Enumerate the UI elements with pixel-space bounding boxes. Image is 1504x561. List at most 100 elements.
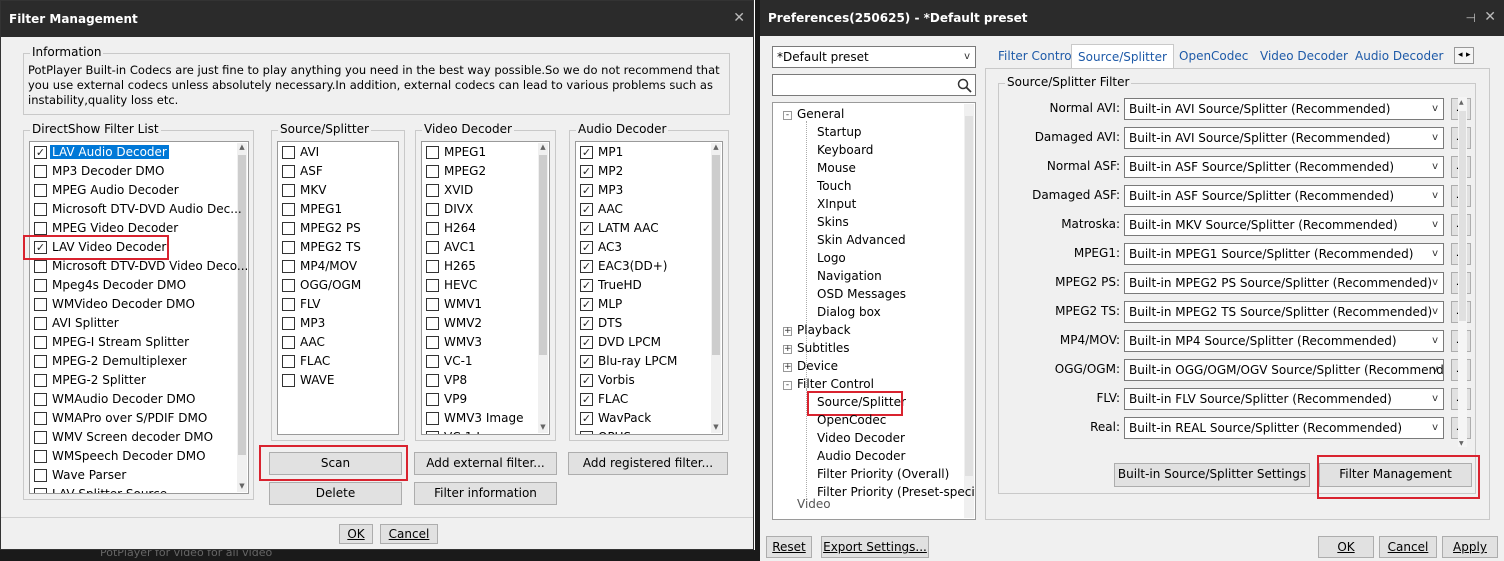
checkbox[interactable] xyxy=(426,260,439,273)
tree-item-filter-child[interactable]: OpenCodec xyxy=(817,413,886,427)
tree-item-general-child[interactable]: Skins xyxy=(817,215,849,229)
checkbox[interactable] xyxy=(34,279,47,292)
tree-item-video[interactable]: Video xyxy=(797,497,831,511)
scrollbar[interactable]: ▲ ▼ xyxy=(237,143,247,492)
checkbox[interactable] xyxy=(34,203,47,216)
scrollbar-thumb[interactable] xyxy=(712,155,720,355)
checkbox[interactable] xyxy=(34,184,47,197)
checkbox[interactable] xyxy=(34,298,47,311)
filter-select[interactable]: Built-in MPEG2 PS Source/Splitter (Recom… xyxy=(1124,272,1444,294)
checkbox[interactable] xyxy=(34,165,47,178)
checkbox[interactable] xyxy=(34,488,47,493)
checkbox[interactable] xyxy=(426,336,439,349)
add-registered-filter-button[interactable]: Add registered filter... xyxy=(568,452,728,475)
checkbox[interactable]: ✓ xyxy=(580,222,593,235)
checkbox[interactable] xyxy=(34,469,47,482)
preset-select[interactable]: *Default preset v xyxy=(772,46,976,68)
checkbox[interactable] xyxy=(34,260,47,273)
checkbox[interactable] xyxy=(34,412,47,425)
checkbox[interactable]: ✓ xyxy=(580,431,593,434)
tree-item-general-child[interactable]: Navigation xyxy=(817,269,882,283)
checkbox[interactable] xyxy=(34,393,47,406)
checkbox[interactable] xyxy=(34,317,47,330)
checkbox[interactable]: ✓ xyxy=(580,146,593,159)
checkbox[interactable] xyxy=(282,184,295,197)
filter-select[interactable]: Built-in MPEG1 Source/Splitter (Recommen… xyxy=(1124,243,1444,265)
scrollbar[interactable]: ▲ ▼ xyxy=(711,143,721,433)
tab-item[interactable]: OpenCodec xyxy=(1173,44,1254,68)
checkbox[interactable] xyxy=(426,412,439,425)
chevron-right-icon[interactable]: ▸ xyxy=(1466,48,1471,63)
close-icon[interactable]: ✕ xyxy=(733,10,745,26)
checkbox[interactable] xyxy=(34,222,47,235)
checkbox[interactable] xyxy=(426,165,439,178)
tree-item-general-child[interactable]: Touch xyxy=(817,179,851,193)
checkbox[interactable]: ✓ xyxy=(580,298,593,311)
collapse-icon[interactable]: - xyxy=(783,111,792,120)
directshow-filter-list[interactable]: ▲ ▼ ✓ LAV Audio Decoder MP3 Decoder DMO MPEG… xyxy=(29,141,249,494)
delete-button[interactable]: Delete xyxy=(269,482,402,505)
checkbox[interactable] xyxy=(282,374,295,387)
tab-item[interactable]: Video Decoder xyxy=(1254,44,1354,68)
add-external-filter-button[interactable]: Add external filter... xyxy=(414,452,557,475)
expand-icon[interactable]: + xyxy=(783,363,792,372)
tree-item-filter-child[interactable]: Filter Priority (Overall) xyxy=(817,467,949,481)
tree-item-general-child[interactable]: Dialog box xyxy=(817,305,881,319)
tree-item-device[interactable]: Device xyxy=(797,359,838,373)
reset-button[interactable]: Reset xyxy=(766,536,812,558)
cancel-button[interactable]: Cancel xyxy=(380,524,438,544)
audio-decoder-list[interactable]: ▲ ▼ ✓ MP1 ✓ MP2 ✓ MP3 ✓ AAC ✓ LATM AAC ✓ AC3 ✓ EAC3(DD… xyxy=(575,141,723,435)
checkbox[interactable]: ✓ xyxy=(580,184,593,197)
checkbox[interactable]: ✓ xyxy=(580,355,593,368)
search-input[interactable] xyxy=(772,74,976,96)
ok-button[interactable]: OK xyxy=(1318,536,1374,558)
checkbox[interactable]: ✓ xyxy=(580,203,593,216)
tab-item[interactable]: Source/Splitter xyxy=(1071,44,1174,69)
tree-item-general[interactable]: General xyxy=(797,107,844,121)
tab-item[interactable]: Audio Decoder xyxy=(1349,44,1449,68)
scrollbar[interactable] xyxy=(964,104,974,518)
scrollbar[interactable]: ▲ ▼ xyxy=(538,143,548,433)
checkbox[interactable] xyxy=(426,393,439,406)
checkbox[interactable] xyxy=(282,279,295,292)
checkbox[interactable] xyxy=(34,355,47,368)
tree-item-playback[interactable]: Playback xyxy=(797,323,851,337)
search-icon[interactable] xyxy=(957,78,972,93)
tree-item-general-child[interactable]: Keyboard xyxy=(817,143,873,157)
pin-icon[interactable]: ⊣ xyxy=(1466,11,1476,25)
filter-select[interactable]: Built-in MKV Source/Splitter (Recommende… xyxy=(1124,214,1444,236)
chevron-left-icon[interactable]: ◂ xyxy=(1458,48,1463,63)
checkbox[interactable] xyxy=(426,241,439,254)
tree-item-general-child[interactable]: Logo xyxy=(817,251,846,265)
tab-scroll-buttons[interactable]: ◂ ▸ xyxy=(1454,47,1474,64)
scrollbar-thumb[interactable] xyxy=(965,116,973,476)
checkbox[interactable] xyxy=(426,355,439,368)
checkbox[interactable] xyxy=(282,165,295,178)
checkbox[interactable] xyxy=(34,336,47,349)
settings-tree[interactable]: - General Startup Keyboard Mouse Touch XInput S… xyxy=(772,102,976,520)
tree-item-general-child[interactable]: OSD Messages xyxy=(817,287,906,301)
scrollbar[interactable]: ▲ ▼ xyxy=(1458,97,1467,447)
checkbox[interactable] xyxy=(426,298,439,311)
tree-item-subtitles[interactable]: Subtitles xyxy=(797,341,850,355)
checkbox[interactable] xyxy=(282,260,295,273)
checkbox[interactable] xyxy=(426,431,439,434)
checkbox[interactable] xyxy=(282,298,295,311)
ok-button[interactable]: OK xyxy=(339,524,373,544)
filter-select[interactable]: Built-in ASF Source/Splitter (Recommende… xyxy=(1124,185,1444,207)
checkbox[interactable] xyxy=(426,203,439,216)
filter-select[interactable]: Built-in AVI Source/Splitter (Recommende… xyxy=(1124,98,1444,120)
expand-icon[interactable]: + xyxy=(783,327,792,336)
filter-select[interactable]: Built-in OGG/OGM/OGV Source/Splitter (Re… xyxy=(1124,359,1444,381)
collapse-icon[interactable]: - xyxy=(783,381,792,390)
checkbox[interactable] xyxy=(282,355,295,368)
tree-item-filter-child[interactable]: Filter Priority (Preset-specific) xyxy=(817,485,975,499)
checkbox[interactable] xyxy=(34,431,47,444)
checkbox[interactable] xyxy=(282,222,295,235)
checkbox[interactable]: ✓ xyxy=(580,393,593,406)
filter-select[interactable]: Built-in MP4 Source/Splitter (Recommende… xyxy=(1124,330,1444,352)
filter-select[interactable]: Built-in MPEG2 TS Source/Splitter (Recom… xyxy=(1124,301,1444,323)
checkbox[interactable]: ✓ xyxy=(580,374,593,387)
tree-item-general-child[interactable]: Mouse xyxy=(817,161,856,175)
checkbox[interactable] xyxy=(426,317,439,330)
